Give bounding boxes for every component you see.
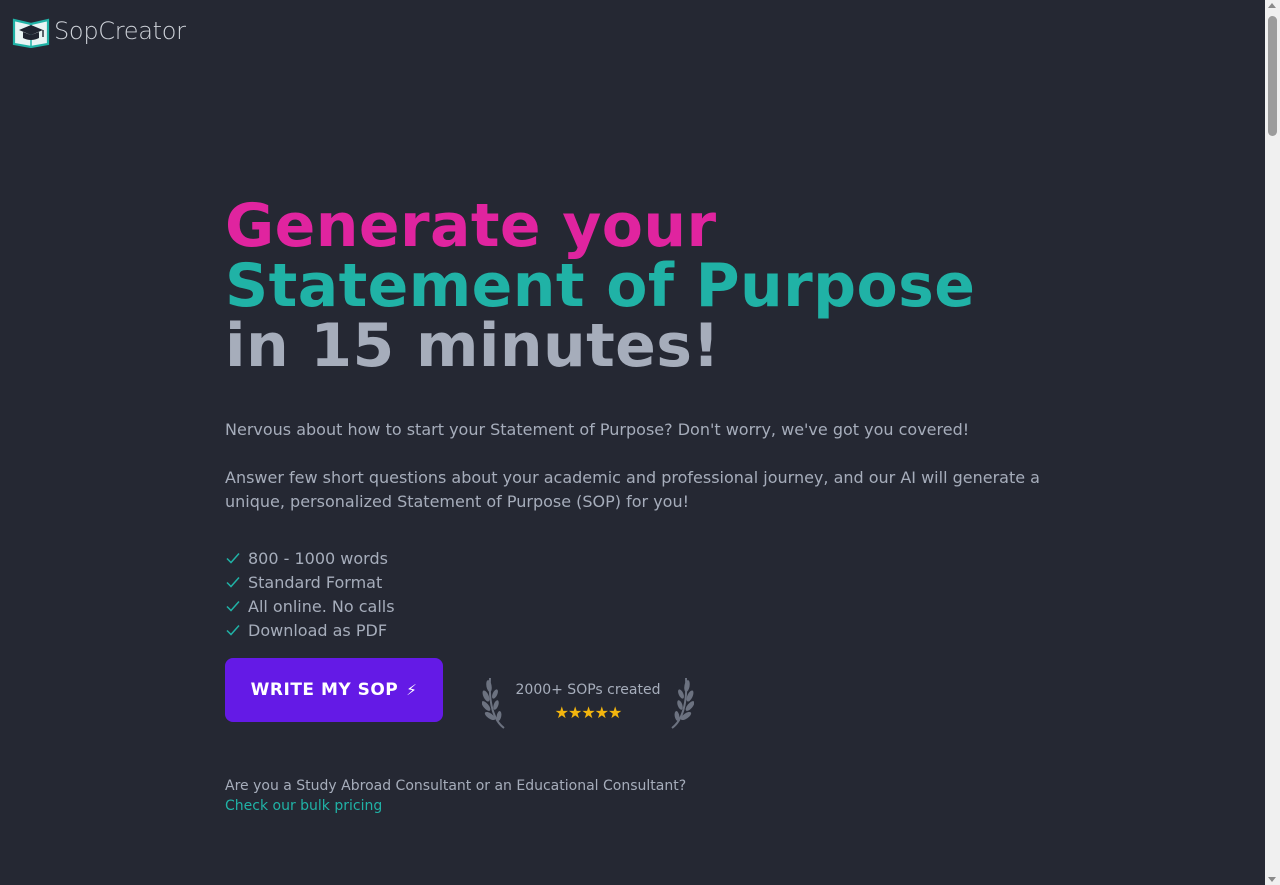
feature-label: Download as PDF	[248, 620, 388, 640]
hero-headline: Generate your Statement of Purpose in 15…	[225, 196, 1065, 376]
lightning-icon: ⚡	[406, 681, 418, 699]
headline-line-generate: Generate your	[225, 191, 717, 261]
check-icon	[226, 625, 240, 636]
feature-item: All online. No calls	[225, 594, 395, 618]
headline-line-minutes: in 15 minutes!	[225, 311, 721, 381]
feature-label: All online. No calls	[248, 596, 395, 616]
hero-description-text: Answer few short questions about your ac…	[225, 468, 1040, 511]
write-my-sop-label: WRITE MY SOP	[250, 680, 399, 700]
scrollbar-thumb[interactable]	[1268, 16, 1277, 136]
bulk-pricing-link[interactable]: Check our bulk pricing	[225, 796, 382, 816]
check-icon	[226, 577, 240, 588]
feature-label: Standard Format	[248, 572, 383, 592]
brand-name[interactable]: SopCreator	[54, 17, 186, 45]
check-icon	[226, 601, 240, 612]
consultant-question: Are you a Study Abroad Consultant or an …	[225, 778, 687, 794]
site-header: SopCreator	[12, 14, 186, 48]
hero-section: Generate your Statement of Purpose in 15…	[225, 196, 1065, 376]
laurel-right-icon	[671, 677, 694, 729]
feature-list: 800 - 1000 words Standard Format All onl…	[225, 546, 395, 642]
graduation-cap-book-icon[interactable]	[12, 14, 50, 48]
sops-created-badge: 2000+ SOPs created ★★★★★	[482, 672, 694, 730]
feature-item: Standard Format	[225, 570, 395, 594]
feature-label: 800 - 1000 words	[248, 548, 388, 568]
scroll-up-arrow-icon[interactable]	[1268, 3, 1276, 8]
write-my-sop-button[interactable]: WRITE MY SOP ⚡	[225, 658, 443, 722]
headline-line-statement: Statement of Purpose	[225, 251, 976, 321]
feature-item: Download as PDF	[225, 618, 395, 642]
check-icon	[226, 553, 240, 564]
hero-intro-text: Nervous about how to start your Statemen…	[225, 420, 970, 439]
feature-item: 800 - 1000 words	[225, 546, 395, 570]
sops-created-text: 2000+ SOPs created	[515, 682, 661, 698]
scroll-down-arrow-icon[interactable]	[1268, 877, 1276, 882]
five-star-rating-icon: ★★★★★	[554, 703, 623, 722]
vertical-scrollbar[interactable]	[1265, 0, 1280, 885]
